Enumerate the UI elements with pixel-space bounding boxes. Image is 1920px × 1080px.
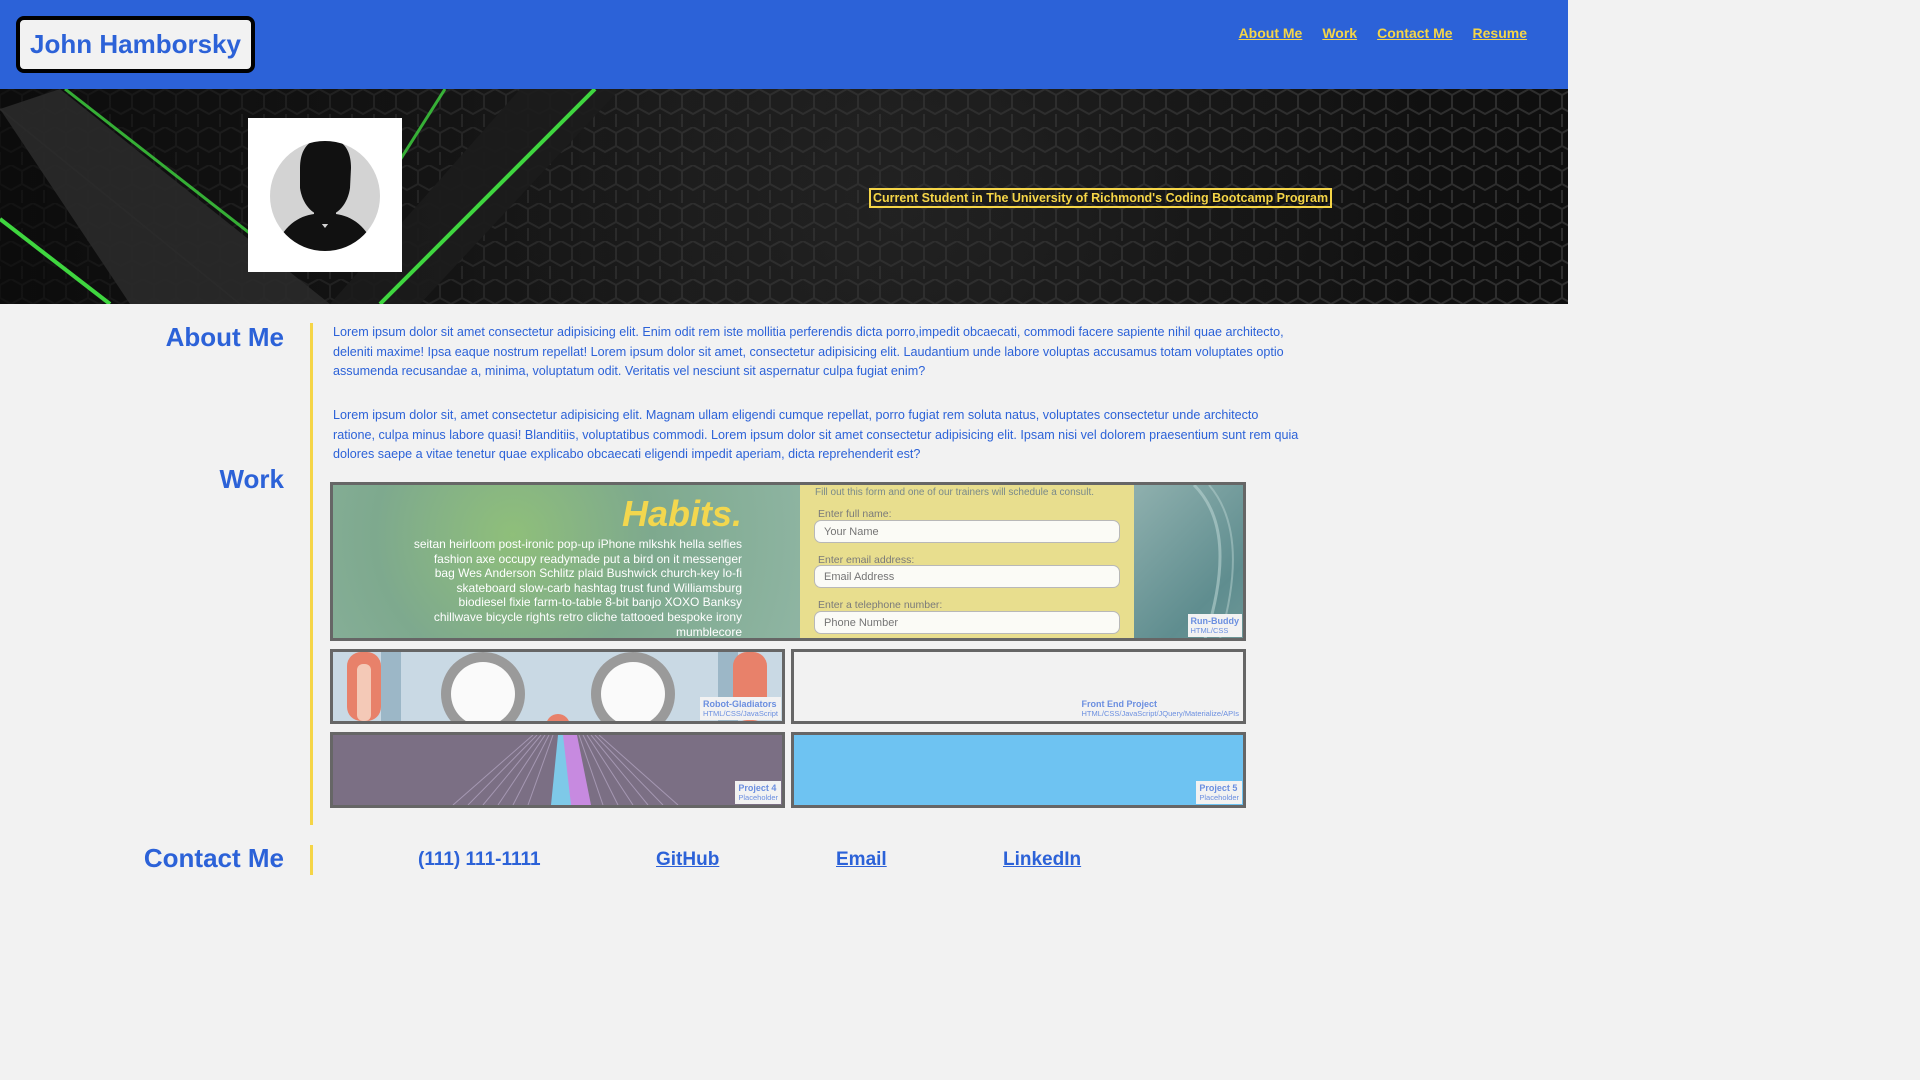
nav-link-about[interactable]: About Me: [1239, 25, 1303, 41]
run-buddy-habits-heading: Habits.: [621, 493, 742, 534]
project-4-preview-image: [333, 735, 782, 805]
contact-github-link[interactable]: GitHub: [656, 849, 719, 871]
about-title: About Me: [165, 322, 284, 352]
project-label: Project 5 Placeholder: [1196, 781, 1242, 804]
project-card-4[interactable]: Project 4 Placeholder: [330, 732, 785, 808]
site-title[interactable]: John Hamborsky: [16, 16, 255, 73]
profile-photo: [248, 118, 402, 272]
run-buddy-preview-hero: Habits. seitan heirloom post-ironic pop-…: [333, 485, 800, 639]
project-title: Run-Buddy: [1190, 616, 1240, 626]
project-label: Run-Buddy HTML/CSS: [1187, 614, 1242, 637]
project-tech: Placeholder: [738, 793, 778, 802]
contact-divider: [310, 845, 313, 875]
project-title: Project 5: [1199, 783, 1238, 793]
run-buddy-preview-form: Fill out this form and one of our traine…: [800, 485, 1134, 638]
contact-email-link[interactable]: Email: [836, 849, 887, 871]
name-label: Enter full name:: [818, 508, 892, 520]
main-nav: About Me Work Contact Me Resume: [1239, 25, 1527, 41]
project-tech: HTML/CSS: [1190, 626, 1229, 635]
project-title: Robot-Gladiators: [702, 699, 777, 709]
project-card-robot-gladiators[interactable]: Robot-Gladiators HTML/CSS/JavaScript: [330, 649, 785, 724]
run-buddy-copy: seitan heirloom post-ironic pop-up iPhon…: [413, 537, 742, 639]
project-tech: HTML/CSS/JavaScript: [702, 709, 778, 718]
contact-title: Contact Me: [143, 843, 284, 873]
name-field[interactable]: [814, 520, 1120, 543]
section-divider: [310, 323, 313, 825]
project-card-front-end[interactable]: Front End Project HTML/CSS/JavaScript/JQ…: [791, 649, 1246, 724]
work-title: Work: [219, 464, 284, 494]
project-label: Project 4 Placeholder: [735, 781, 781, 804]
about-paragraph-2: Lorem ipsum dolor sit, amet consectetur …: [333, 408, 1299, 462]
project-title: Front End Project: [1081, 699, 1157, 709]
email-field[interactable]: [814, 565, 1120, 588]
project-card-run-buddy[interactable]: Habits. seitan heirloom post-ironic pop-…: [330, 482, 1246, 641]
project-tech: Placeholder: [1199, 793, 1239, 802]
phone-field[interactable]: [814, 611, 1120, 634]
phone-label: Enter a telephone number:: [818, 599, 943, 611]
nav-link-resume[interactable]: Resume: [1473, 25, 1527, 41]
project-label: Robot-Gladiators HTML/CSS/JavaScript: [699, 697, 781, 720]
about-paragraph-1: Lorem ipsum dolor sit amet consectetur a…: [333, 325, 1284, 379]
hero-tagline: Current Student in The University of Ric…: [869, 188, 1333, 208]
nav-link-work[interactable]: Work: [1322, 25, 1357, 41]
project-label: Front End Project HTML/CSS/JavaScript/JQ…: [1078, 697, 1242, 720]
contact-phone: (111) 111-1111: [418, 849, 541, 870]
contact-linkedin-link[interactable]: LinkedIn: [1003, 849, 1081, 871]
project-tech: HTML/CSS/JavaScript/JQuery/Materialize/A…: [1081, 709, 1239, 718]
nav-link-contact[interactable]: Contact Me: [1377, 25, 1452, 41]
avatar-placeholder-icon: [270, 141, 380, 251]
project-card-5[interactable]: Project 5 Placeholder: [791, 732, 1246, 808]
site-header: John Hamborsky About Me Work Contact Me …: [0, 0, 1568, 89]
project-title: Project 4: [738, 783, 777, 793]
form-hint: Fill out this form and one of our traine…: [815, 487, 1095, 498]
hero-banner: Current Student in The University of Ric…: [0, 89, 1568, 304]
hero-background: [0, 89, 1568, 304]
